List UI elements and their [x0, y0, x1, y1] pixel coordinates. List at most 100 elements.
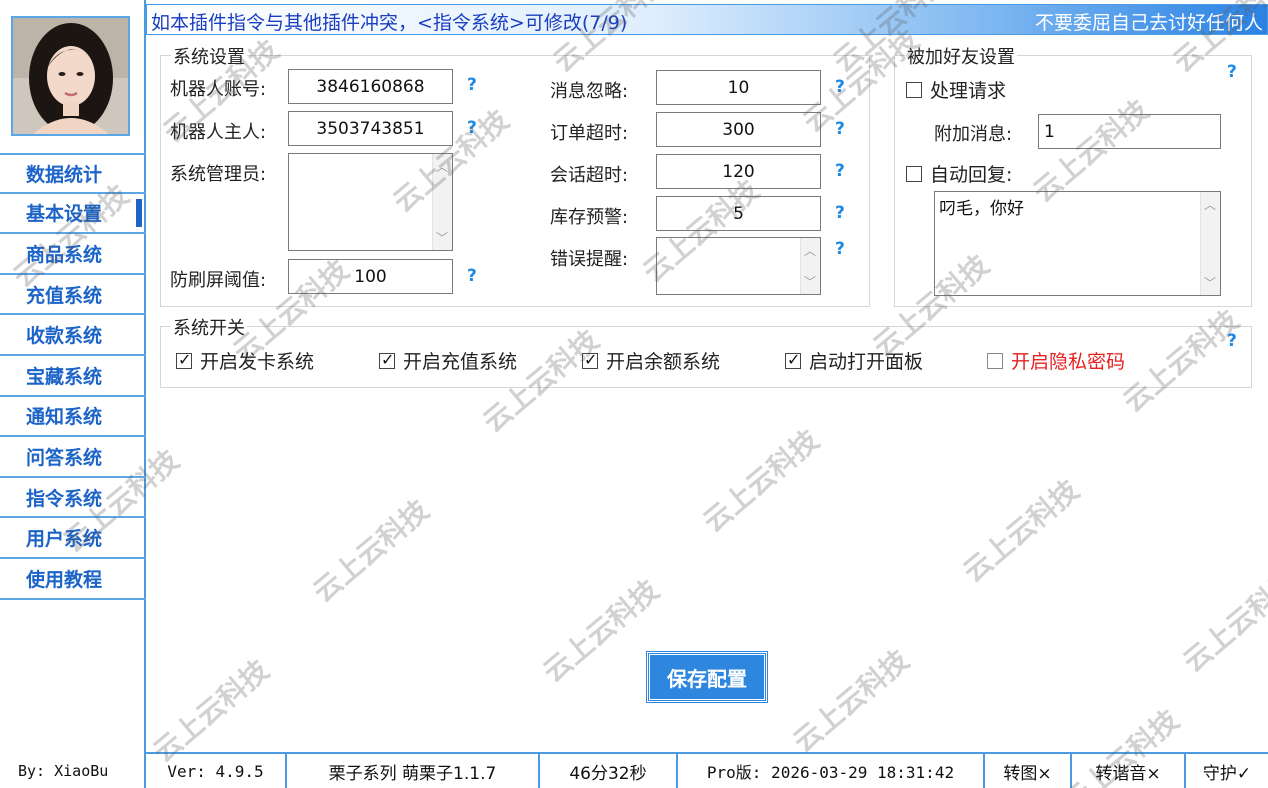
help-icon[interactable]: ? [467, 266, 477, 286]
sidebar-item-label: 用户系统 [26, 528, 103, 551]
sidebar-item-command-system[interactable]: 指令系统 [0, 478, 146, 519]
author-credit: By: XiaoBu [18, 762, 109, 780]
checkbox-box[interactable] [582, 350, 598, 369]
sidebar-item-label: 指令系统 [26, 487, 103, 510]
help-icon[interactable]: ? [835, 119, 845, 139]
help-icon[interactable]: ? [835, 77, 845, 97]
bot-owner-label: 机器人主人: [170, 122, 267, 143]
bot-owner-field[interactable]: 3503743851 [288, 111, 453, 146]
sidebar-item-data-stats[interactable]: 数据统计 [0, 153, 146, 194]
scroll-down-icon[interactable]: ﹀ [804, 273, 816, 290]
bot-account-field[interactable]: 3846160868 [288, 69, 453, 104]
version-cell: Ver: 4.9.5 [146, 754, 287, 788]
admins-textarea[interactable]: ︿ ﹀ [288, 153, 453, 251]
sidebar-item-treasure-system[interactable]: 宝藏系统 [0, 356, 146, 397]
sidebar-item-label: 问答系统 [26, 446, 103, 469]
antispam-field[interactable]: 100 [288, 259, 453, 294]
error-reminder-textarea[interactable]: ︿ ﹀ [656, 237, 821, 295]
extra-msg-label: 附加消息: [934, 124, 1013, 145]
session-timeout-field[interactable]: 120 [656, 154, 821, 189]
sidebar-item-label: 通知系统 [26, 406, 103, 429]
sidebar-item-label: 收款系统 [26, 325, 103, 348]
scroll-up-icon[interactable]: ︿ [804, 242, 816, 259]
stock-warning-field[interactable]: 5 [656, 196, 821, 231]
group-title: 系统设置 [171, 43, 247, 69]
sidebar-item-label: 使用教程 [26, 568, 103, 591]
scroll-up-icon[interactable]: ︿ [1204, 196, 1216, 213]
checkbox-label: 开启发卡系统 [200, 351, 315, 373]
switch-card-system[interactable]: 开启发卡系统 [176, 347, 314, 374]
extra-msg-field[interactable]: 1 [1038, 114, 1221, 149]
checkbox-box[interactable] [987, 352, 1003, 369]
avatar-image [13, 18, 128, 134]
scroll-up-icon[interactable]: ︿ [436, 158, 448, 175]
antispam-label: 防刷屏阈值: [170, 270, 267, 291]
sidebar-item-label: 商品系统 [26, 243, 103, 266]
scrollbar[interactable]: ︿ ﹀ [1200, 192, 1220, 295]
checkbox-box[interactable] [176, 350, 192, 369]
msg-ignore-field[interactable]: 10 [656, 70, 821, 105]
bot-account-label: 机器人账号: [170, 79, 267, 100]
scrollbar[interactable]: ︿ ﹀ [800, 238, 820, 294]
order-timeout-field[interactable]: 300 [656, 112, 821, 147]
sidebar-item-product-system[interactable]: 商品系统 [0, 234, 146, 275]
uptime-cell: 46分32秒 [540, 754, 678, 788]
checkbox-label: 开启余额系统 [606, 351, 721, 373]
guard-toggle[interactable]: 守护✓ [1186, 754, 1268, 788]
switch-open-panel[interactable]: 启动打开面板 [785, 347, 923, 374]
checkbox-box[interactable] [906, 165, 922, 182]
help-icon[interactable]: ? [467, 75, 477, 95]
checkbox-box[interactable] [379, 350, 395, 369]
checkbox-box[interactable] [785, 350, 801, 369]
notice-text: 如本插件指令与其他插件冲突，<指令系统>可修改(7/9) [151, 12, 628, 34]
sidebar: 数据统计 基本设置 商品系统 充值系统 收款系统 宝藏系统 通知系统 问答系统 … [0, 0, 146, 788]
checkbox-label: 自动回复: [930, 164, 1013, 186]
watermark: 云上云科技 [1176, 563, 1268, 679]
series-cell: 栗子系列 萌栗子1.1.7 [287, 754, 540, 788]
pro-expiry-cell: Pro版: 2026-03-29 18:31:42 [678, 754, 985, 788]
watermark: 云上云科技 [306, 493, 436, 609]
scroll-down-icon[interactable]: ﹀ [436, 229, 448, 246]
scrollbar[interactable]: ︿ ﹀ [432, 154, 452, 250]
help-icon[interactable]: ? [1227, 62, 1237, 82]
order-timeout-label: 订单超时: [550, 123, 629, 144]
help-icon[interactable]: ? [835, 203, 845, 223]
sidebar-item-qa-system[interactable]: 问答系统 [0, 437, 146, 478]
group-title: 被加好友设置 [905, 43, 1017, 69]
help-icon[interactable]: ? [467, 118, 477, 138]
sidebar-item-label: 充值系统 [26, 284, 103, 307]
sidebar-nav: 数据统计 基本设置 商品系统 充值系统 收款系统 宝藏系统 通知系统 问答系统 … [0, 153, 146, 600]
auto-reply-text: 叼毛，你好 [939, 199, 1024, 219]
scroll-down-icon[interactable]: ﹀ [1204, 274, 1216, 291]
auto-reply-textarea[interactable]: 叼毛，你好 ︿ ﹀ [934, 191, 1221, 296]
handle-request-checkbox[interactable]: 处理请求 [906, 76, 1006, 103]
sidebar-item-basic-settings[interactable]: 基本设置 [0, 194, 146, 235]
image-convert-toggle[interactable]: 转图× [985, 754, 1072, 788]
sidebar-item-notify-system[interactable]: 通知系统 [0, 397, 146, 438]
admins-label: 系统管理员: [170, 164, 267, 185]
help-icon[interactable]: ? [835, 161, 845, 181]
session-timeout-label: 会话超时: [550, 165, 629, 186]
sidebar-item-user-system[interactable]: 用户系统 [0, 518, 146, 559]
group-title: 系统开关 [171, 314, 247, 340]
auto-reply-checkbox[interactable]: 自动回复: [906, 160, 1012, 187]
sidebar-item-label: 宝藏系统 [26, 365, 103, 388]
checkbox-label: 开启充值系统 [403, 351, 518, 373]
switch-recharge-system[interactable]: 开启充值系统 [379, 347, 517, 374]
msg-ignore-label: 消息忽略: [550, 81, 629, 102]
avatar[interactable] [11, 16, 130, 136]
checkbox-label: 启动打开面板 [809, 351, 924, 373]
sidebar-item-recharge-system[interactable]: 充值系统 [0, 275, 146, 316]
sidebar-item-payment-system[interactable]: 收款系统 [0, 315, 146, 356]
sidebar-item-label: 基本设置 [26, 203, 103, 226]
pinyin-convert-toggle[interactable]: 转谐音× [1072, 754, 1186, 788]
switch-privacy-password[interactable]: 开启隐私密码 [987, 347, 1125, 374]
help-icon[interactable]: ? [1227, 331, 1237, 351]
save-config-button[interactable]: 保存配置 [646, 651, 768, 703]
watermark: 云上云科技 [956, 473, 1086, 589]
sidebar-item-tutorial[interactable]: 使用教程 [0, 559, 146, 600]
checkbox-label: 开启隐私密码 [1011, 351, 1126, 373]
checkbox-box[interactable] [906, 81, 922, 98]
switch-balance-system[interactable]: 开启余额系统 [582, 347, 720, 374]
help-icon[interactable]: ? [835, 239, 845, 259]
